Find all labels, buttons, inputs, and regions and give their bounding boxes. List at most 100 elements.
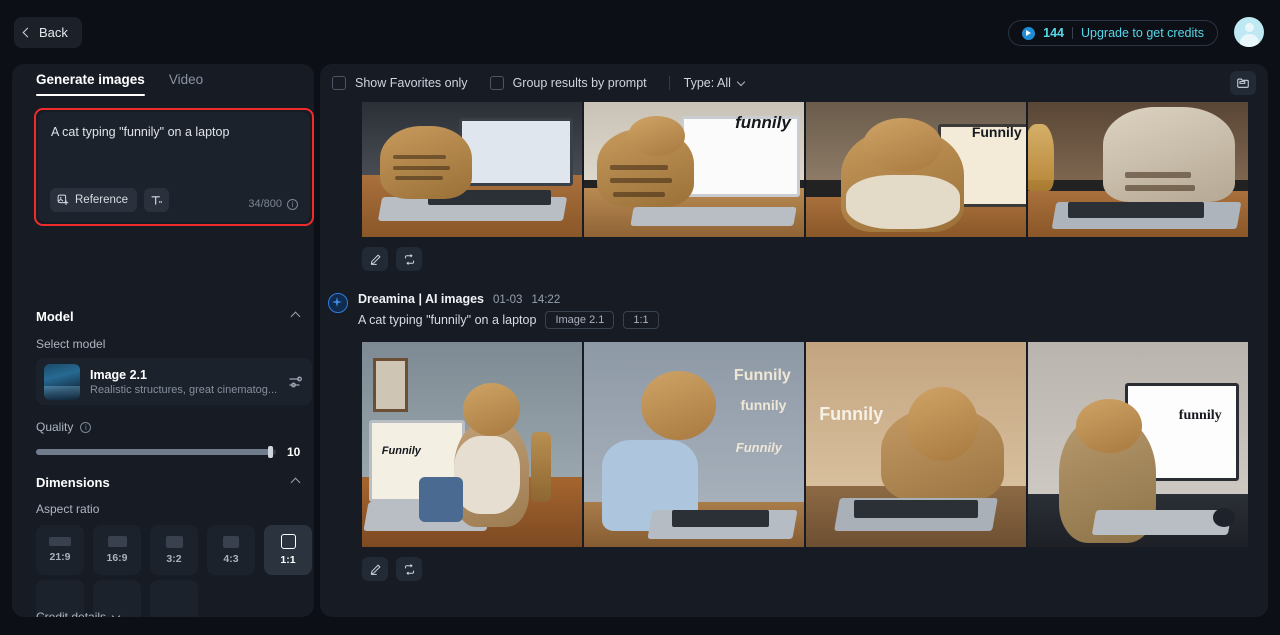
- result-image[interactable]: Funnily: [806, 342, 1026, 547]
- show-favorites-checkbox[interactable]: Show Favorites only: [332, 76, 468, 90]
- prompt-text: A cat typing "funnily" on a laptop: [51, 125, 230, 139]
- aspect-ratio-21-9[interactable]: 21:9: [36, 525, 84, 575]
- image-artwork: Funnily: [806, 342, 1026, 547]
- aspect-ratio-3-2[interactable]: 3:2: [150, 525, 198, 575]
- dreamina-logo-icon: [328, 293, 348, 313]
- text-tool-button[interactable]: [144, 188, 170, 212]
- top-bar: Back 144 Upgrade to get credits: [0, 0, 1280, 64]
- image-artwork: Funnily funnily Funnily: [584, 342, 804, 547]
- result-image[interactable]: Funnily: [806, 102, 1026, 237]
- aspect-ratio-options: 21:9 16:9 3:2 4:3 1:1: [36, 525, 312, 575]
- aspect-ratio-1-1[interactable]: 1:1: [264, 525, 312, 575]
- avatar[interactable]: [1234, 17, 1264, 47]
- tab-video[interactable]: Video: [169, 72, 203, 96]
- image-grid-1: funnily Funnily: [362, 102, 1268, 237]
- chevron-down-icon: [736, 77, 746, 86]
- back-button[interactable]: Back: [14, 17, 82, 48]
- quality-slider-knob[interactable]: [268, 446, 273, 458]
- loop-arrows-icon: [404, 563, 414, 575]
- result-image[interactable]: [1028, 102, 1248, 237]
- tag-model: Image 2.1: [545, 311, 615, 329]
- result-actions-1: [362, 247, 1268, 271]
- image-artwork: Funnily: [362, 342, 582, 547]
- credits-pill[interactable]: 144 Upgrade to get credits: [1008, 20, 1218, 46]
- result-header: Dreamina | AI images 01-03 14:22 A cat t…: [320, 292, 1268, 329]
- model-meta: Image 2.1 Realistic structures, great ci…: [90, 368, 288, 396]
- result-image[interactable]: [362, 102, 582, 237]
- app-root: Back 144 Upgrade to get credits Generate…: [0, 0, 1280, 635]
- result-image[interactable]: Funnily funnily Funnily: [584, 342, 804, 547]
- aspect-ratio-4-3[interactable]: 4:3: [207, 525, 255, 575]
- result-time: 14:22: [531, 294, 561, 306]
- regenerate-button[interactable]: [396, 247, 422, 271]
- aspect-ratio-label-2: 3:2: [166, 552, 182, 565]
- model-card[interactable]: Image 2.1 Realistic structures, great ci…: [36, 358, 312, 405]
- credit-coin-icon: [1022, 26, 1036, 40]
- char-counter: 34/800 i: [248, 198, 298, 210]
- computer-mouse: [1212, 508, 1235, 527]
- pill-divider: [1072, 27, 1073, 39]
- quality-label: Quality: [36, 420, 74, 434]
- chevron-down-icon: [111, 611, 121, 617]
- aspect-ratio-label-1: 16:9: [106, 552, 128, 564]
- results-list: funnily Funnily Dreamina | AI images 01-…: [320, 102, 1268, 617]
- prompt-area: A cat typing "funnily" on a laptop Refer…: [34, 108, 314, 226]
- screen-text: funnily: [1178, 407, 1222, 423]
- reference-button[interactable]: Reference: [50, 188, 138, 212]
- edit-button[interactable]: [362, 557, 388, 581]
- result-image[interactable]: Funnily: [362, 342, 582, 547]
- model-description: Realistic structures, great cinematog...: [90, 383, 278, 396]
- quality-label-row: Quality i: [36, 420, 92, 434]
- edit-button[interactable]: [362, 247, 388, 271]
- credit-details-toggle[interactable]: Credit details: [36, 610, 121, 617]
- cat-tail: [531, 432, 552, 502]
- screen-text: Funnily: [971, 123, 1022, 140]
- overlay-text: Funnily: [819, 403, 884, 424]
- ratio-shape-icon: [223, 535, 239, 548]
- credits-count: 144: [1043, 26, 1064, 40]
- quality-info-icon[interactable]: i: [80, 421, 92, 433]
- type-filter-label: Type: All: [683, 76, 731, 90]
- loop-arrows-icon: [404, 253, 414, 265]
- screen-text: funnily: [735, 112, 791, 132]
- model-collapse-icon[interactable]: [290, 311, 301, 322]
- result-row-1: funnily Funnily: [362, 102, 1268, 271]
- overlay-text-1: Funnily: [733, 366, 791, 384]
- regenerate-button[interactable]: [396, 557, 422, 581]
- prompt-input[interactable]: A cat typing "funnily" on a laptop Refer…: [38, 112, 310, 222]
- model-thumbnail: [44, 363, 80, 400]
- toolbar-divider: [668, 76, 670, 90]
- tab-generate-images[interactable]: Generate images: [36, 72, 145, 96]
- sliders-icon[interactable]: [288, 374, 304, 390]
- model-name: Image 2.1: [90, 367, 147, 382]
- upgrade-link[interactable]: Upgrade to get credits: [1081, 26, 1204, 40]
- result-image[interactable]: funnily: [584, 102, 804, 237]
- dimensions-collapse-icon[interactable]: [290, 477, 301, 488]
- group-results-checkbox[interactable]: Group results by prompt: [489, 76, 647, 90]
- image-artwork: funnily: [584, 102, 804, 237]
- image-add-icon: [57, 194, 69, 206]
- info-icon[interactable]: i: [287, 198, 298, 210]
- left-settings-panel: Generate images Video A cat typing "funn…: [12, 64, 314, 617]
- ratio-shape-icon: [165, 535, 183, 548]
- show-favorites-label: Show Favorites only: [355, 76, 468, 90]
- result-date: 01-03: [493, 294, 523, 306]
- quality-slider[interactable]: [36, 446, 276, 458]
- image-artwork: funnily: [1028, 342, 1248, 547]
- prompt-toolbar: Reference: [50, 188, 170, 212]
- jeans: [419, 477, 464, 523]
- pencil-icon: [370, 254, 380, 265]
- type-filter-dropdown[interactable]: Type: All: [683, 76, 746, 90]
- result-image[interactable]: funnily: [1028, 342, 1248, 547]
- panel-tabs: Generate images Video: [36, 72, 203, 96]
- aspect-ratio-16-9[interactable]: 16:9: [93, 525, 141, 575]
- ratio-shape-icon: [107, 536, 127, 547]
- aspect-ratio-extra-3[interactable]: [150, 580, 198, 617]
- checkbox-icon: [489, 76, 504, 90]
- result-group-2: Dreamina | AI images 01-03 14:22 A cat t…: [320, 292, 1268, 581]
- screen-text: Funnily: [381, 444, 421, 457]
- folder-button[interactable]: [1230, 71, 1256, 95]
- group-results-label: Group results by prompt: [512, 76, 647, 90]
- overlay-text-2: funnily: [740, 397, 787, 414]
- result-actions-2: [320, 557, 1268, 581]
